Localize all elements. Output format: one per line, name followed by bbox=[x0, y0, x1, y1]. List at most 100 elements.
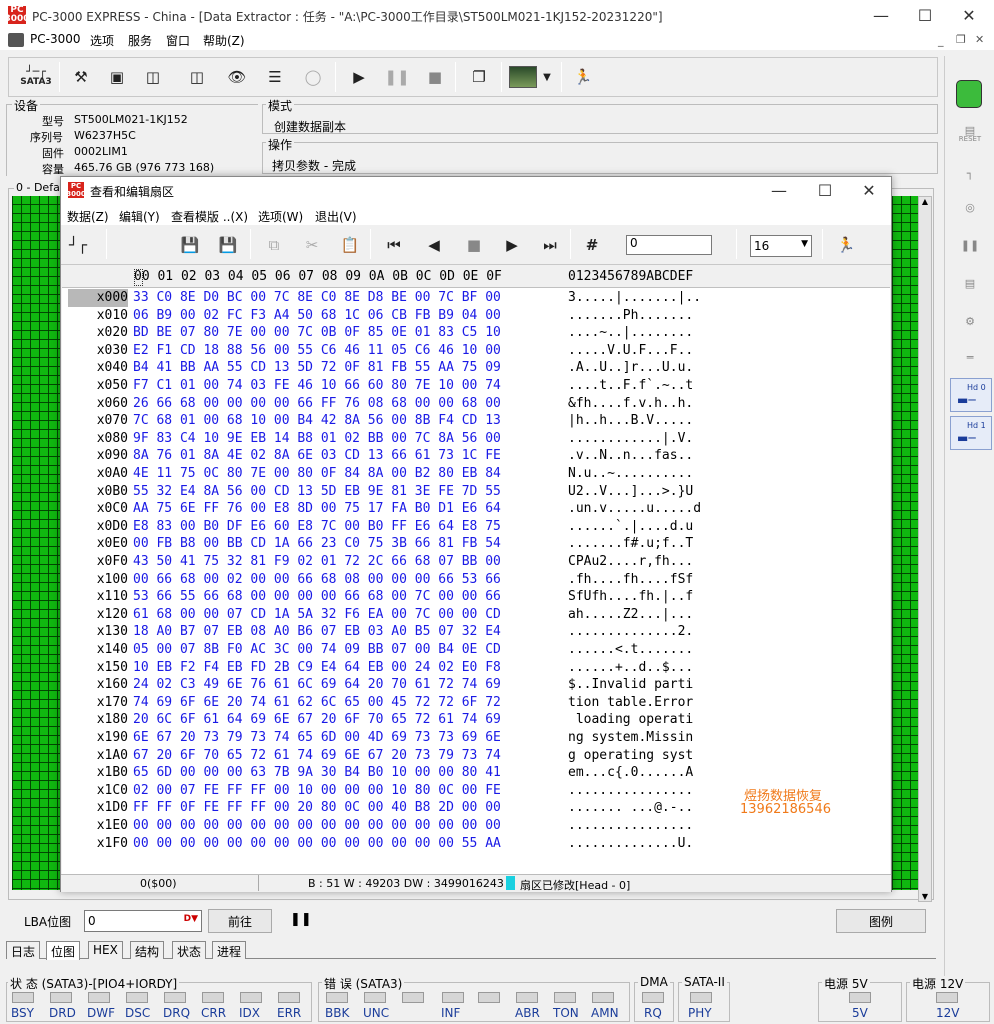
row-hex-bytes[interactable]: 24 02 C3 49 6E 76 61 6C 69 64 20 70 61 7… bbox=[133, 676, 501, 694]
row-ascii[interactable]: CPAu2....r,fh... bbox=[568, 553, 693, 571]
row-hex-bytes[interactable]: 00 00 00 00 00 00 00 00 00 00 00 00 00 0… bbox=[133, 835, 501, 853]
row-ascii[interactable]: |h..h...B.V..... bbox=[568, 412, 693, 430]
voltage-icon[interactable]: ◎ bbox=[952, 192, 988, 222]
row-ascii[interactable]: .......Ph....... bbox=[568, 307, 693, 325]
row-hex-bytes[interactable]: 00 00 00 00 00 00 00 00 00 00 00 00 00 0… bbox=[133, 817, 501, 835]
lba-dropdown-icon[interactable]: D▼ bbox=[184, 914, 198, 924]
row-ascii[interactable]: ............|.V. bbox=[568, 430, 693, 448]
row-hex-bytes[interactable]: AA 75 6E FF 76 00 E8 8D 00 75 17 FA B0 D… bbox=[133, 500, 501, 518]
hex-row[interactable]: x010 06 B9 00 02 FC F3 A4 50 68 1C 06 CB … bbox=[62, 307, 890, 325]
binoculars-icon[interactable]: 👁 bbox=[223, 63, 251, 91]
pause-icon[interactable]: ❚❚ bbox=[383, 63, 411, 91]
row-hex-bytes[interactable]: 26 66 68 00 00 00 00 66 FF 76 08 68 00 0… bbox=[133, 395, 501, 413]
hd1-button[interactable]: Hd 1 ▬─ bbox=[950, 416, 992, 450]
next-sector-icon[interactable]: ▶ bbox=[498, 231, 526, 259]
row-hex-bytes[interactable]: 10 EB F2 F4 EB FD 2B C9 E4 64 EB 00 24 0… bbox=[133, 659, 501, 677]
hex-row[interactable]: x1B0 65 6D 00 00 00 63 7B 9A 30 B4 B0 10 … bbox=[62, 764, 890, 782]
menu-options[interactable]: 选项 bbox=[90, 32, 114, 49]
hex-row[interactable]: x120 61 68 00 00 07 CD 1A 5A 32 F6 EA 00 … bbox=[62, 606, 890, 624]
row-ascii[interactable]: ................ bbox=[568, 817, 693, 835]
row-hex-bytes[interactable]: 33 C0 8E D0 BC 00 7C 8E C0 8E D8 BE 00 7… bbox=[133, 289, 501, 307]
row-ascii[interactable]: SfUfh....fh.|..f bbox=[568, 588, 693, 606]
windows-icon[interactable]: ❐ bbox=[465, 63, 493, 91]
row-hex-bytes[interactable]: 43 50 41 75 32 81 F9 02 01 72 2C 66 68 0… bbox=[133, 553, 501, 571]
row-hex-bytes[interactable]: 67 20 6F 70 65 72 61 74 69 6E 67 20 73 7… bbox=[133, 747, 501, 765]
hex-row[interactable]: x0A0 4E 11 75 0C 80 7E 00 80 0F 84 8A 00 … bbox=[62, 465, 890, 483]
hex-view[interactable]: 00 01 02 03 04 05 06 07 08 09 0A 0B 0C 0… bbox=[62, 268, 890, 874]
tab-status[interactable]: 状态 bbox=[172, 941, 207, 959]
scroll-down-icon[interactable]: ▼ bbox=[919, 892, 931, 901]
cut-icon[interactable]: ✂ bbox=[298, 231, 326, 259]
panel-pause-icon[interactable]: ❚❚ bbox=[952, 230, 988, 260]
sata-port-button[interactable]: ┘─┌ SATA3 bbox=[19, 63, 53, 91]
dialog-plug-icon[interactable]: ┘┌ bbox=[64, 231, 92, 259]
row-ascii[interactable]: ......+..d..$... bbox=[568, 659, 693, 677]
dialog-menu-template[interactable]: 查看模版 ..(X) bbox=[171, 208, 248, 225]
row-hex-bytes[interactable]: BD BE 07 80 7E 00 00 7C 0B 0F 85 0E 01 8… bbox=[133, 324, 501, 342]
hex-row[interactable]: x030 E2 F1 CD 18 88 56 00 55 C6 46 11 05 … bbox=[62, 342, 890, 360]
menu-help[interactable]: 帮助(Z) bbox=[203, 32, 245, 49]
row-hex-bytes[interactable]: 6E 67 20 73 79 73 74 65 6D 00 4D 69 73 7… bbox=[133, 729, 501, 747]
mdi-minimize-icon[interactable]: _ bbox=[938, 34, 944, 47]
hex-row[interactable]: x1E0 00 00 00 00 00 00 00 00 00 00 00 00 … bbox=[62, 817, 890, 835]
dialog-maximize-icon[interactable]: ☐ bbox=[802, 176, 848, 204]
maximize-icon[interactable]: ☐ bbox=[902, 0, 948, 30]
hex-row[interactable]: x0E0 00 FB B8 00 BB CD 1A 66 23 C0 75 3B … bbox=[62, 535, 890, 553]
hex-row[interactable]: x0D0 E8 83 00 B0 DF E6 60 E8 7C 00 B0 FF … bbox=[62, 518, 890, 536]
percent-icon[interactable]: ◫ bbox=[139, 63, 167, 91]
row-ascii[interactable]: ......`.|....d.u bbox=[568, 518, 693, 536]
chevron-down-icon[interactable]: ▼ bbox=[801, 239, 808, 249]
row-hex-bytes[interactable]: 74 69 6F 6E 20 74 61 62 6C 65 00 45 72 7… bbox=[133, 694, 501, 712]
drive-id-icon[interactable]: ▣ bbox=[103, 63, 131, 91]
row-ascii[interactable]: U2..V...]...>.}U bbox=[568, 483, 693, 501]
menu-service[interactable]: 服务 bbox=[128, 32, 152, 49]
row-hex-bytes[interactable]: 9F 83 C4 10 9E EB 14 B8 01 02 BB 00 7C 8… bbox=[133, 430, 501, 448]
row-hex-bytes[interactable]: 53 66 55 66 68 00 00 00 00 66 68 00 7C 0… bbox=[133, 588, 501, 606]
hex-row[interactable]: x050 F7 C1 01 00 74 03 FE 46 10 66 60 80 … bbox=[62, 377, 890, 395]
power-connect-icon[interactable]: ┐ bbox=[952, 158, 988, 188]
dialog-exit-icon[interactable]: 🏃 bbox=[832, 231, 860, 259]
tab-hex[interactable]: HEX bbox=[88, 941, 123, 959]
legend-button[interactable]: 图例 bbox=[836, 909, 926, 933]
hex-row[interactable]: x060 26 66 68 00 00 00 00 66 FF 76 08 68 … bbox=[62, 395, 890, 413]
row-hex-bytes[interactable]: 06 B9 00 02 FC F3 A4 50 68 1C 06 CB FB B… bbox=[133, 307, 501, 325]
hex-row[interactable]: x1A0 67 20 6F 70 65 72 61 74 69 6E 67 20 … bbox=[62, 747, 890, 765]
row-hex-bytes[interactable]: 7C 68 01 00 68 10 00 B4 42 8A 56 00 8B F… bbox=[133, 412, 501, 430]
prev-sector-icon[interactable]: ◀ bbox=[420, 231, 448, 259]
hex-row[interactable]: x100 00 66 68 00 02 00 00 66 68 08 00 00 … bbox=[62, 571, 890, 589]
row-ascii[interactable]: ....t..F.f`.~..t bbox=[568, 377, 693, 395]
hex-row[interactable]: x180 20 6C 6F 61 64 69 6E 67 20 6F 70 65 … bbox=[62, 711, 890, 729]
row-hex-bytes[interactable]: 02 00 07 FE FF FF 00 10 00 00 00 10 80 0… bbox=[133, 782, 501, 800]
minimize-icon[interactable]: — bbox=[858, 0, 904, 30]
menu-pc3000[interactable]: PC-3000 bbox=[30, 32, 80, 46]
row-hex-bytes[interactable]: 05 00 07 8B F0 AC 3C 00 74 09 BB 07 00 B… bbox=[133, 641, 501, 659]
tab-log[interactable]: 日志 bbox=[6, 941, 41, 959]
tab-process[interactable]: 进程 bbox=[212, 941, 247, 959]
row-hex-bytes[interactable]: 4E 11 75 0C 80 7E 00 80 0F 84 8A 00 B2 8… bbox=[133, 465, 501, 483]
dropdown-arrow-icon[interactable]: ▼ bbox=[539, 63, 555, 91]
tab-bitmap[interactable]: 位图 bbox=[46, 941, 81, 960]
row-ascii[interactable]: 3.....|.......|.. bbox=[568, 289, 701, 307]
hex-row[interactable]: x190 6E 67 20 73 79 73 74 65 6D 00 4D 69 … bbox=[62, 729, 890, 747]
row-ascii[interactable]: .fh....fh....fSf bbox=[568, 571, 693, 589]
row-ascii[interactable]: .v..N..n...fas.. bbox=[568, 447, 693, 465]
chip-icon[interactable]: ▤ bbox=[952, 268, 988, 298]
row-hex-bytes[interactable]: B4 41 BB AA 55 CD 13 5D 72 0F 81 FB 55 A… bbox=[133, 359, 501, 377]
row-hex-bytes[interactable]: FF FF 0F FE FF FF 00 20 80 0C 00 40 B8 2… bbox=[133, 799, 501, 817]
hex-row[interactable]: x0B0 55 32 E4 8A 56 00 CD 13 5D EB 9E 81 … bbox=[62, 483, 890, 501]
row-hex-bytes[interactable]: F7 C1 01 00 74 03 FE 46 10 66 60 80 7E 1… bbox=[133, 377, 501, 395]
port-icon[interactable]: ═ bbox=[952, 342, 988, 372]
save-sector-icon[interactable]: 💾 bbox=[214, 231, 242, 259]
reset-button[interactable]: ▤ RESET bbox=[952, 120, 988, 150]
row-hex-bytes[interactable]: 65 6D 00 00 00 63 7B 9A 30 B4 B0 10 00 0… bbox=[133, 764, 501, 782]
row-hex-bytes[interactable]: 55 32 E4 8A 56 00 CD 13 5D EB 9E 81 3E F… bbox=[133, 483, 501, 501]
tab-structure[interactable]: 结构 bbox=[130, 941, 165, 959]
row-hex-bytes[interactable]: 61 68 00 00 07 CD 1A 5A 32 F6 EA 00 7C 0… bbox=[133, 606, 501, 624]
hex-row[interactable]: x1F0 00 00 00 00 00 00 00 00 00 00 00 00 … bbox=[62, 835, 890, 853]
row-ascii[interactable]: ......<.t....... bbox=[568, 641, 693, 659]
row-hex-bytes[interactable]: E2 F1 CD 18 88 56 00 55 C6 46 11 05 C6 4… bbox=[133, 342, 501, 360]
row-ascii[interactable]: ................ bbox=[568, 782, 693, 800]
menu-window[interactable]: 窗口 bbox=[166, 32, 190, 49]
hex-row[interactable]: x070 7C 68 01 00 68 10 00 B4 42 8A 56 00 … bbox=[62, 412, 890, 430]
open-sector-icon[interactable]: 💾 bbox=[176, 231, 204, 259]
